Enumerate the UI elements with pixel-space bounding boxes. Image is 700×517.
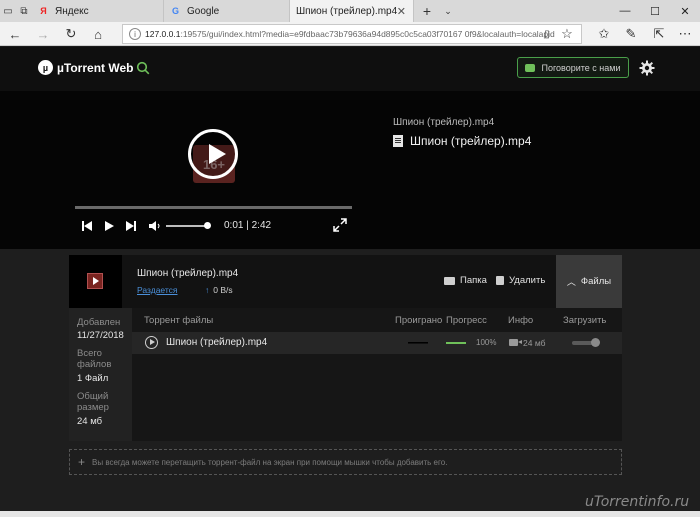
file-play-icon[interactable]	[145, 336, 158, 349]
fullscreen-icon[interactable]	[333, 218, 347, 232]
files-label: Файлы	[580, 276, 612, 287]
utorrent-logo[interactable]: µ µTorrent Web	[38, 60, 133, 75]
files-toggle-button[interactable]: ︿ Файлы	[556, 255, 622, 308]
volume-slider[interactable]	[166, 225, 206, 227]
media-title-small: Шпион (трейлер).mp4	[393, 117, 495, 128]
favorites-hub-icon[interactable]: ✩	[595, 25, 613, 43]
total-time: 2:42	[251, 220, 272, 231]
drop-zone[interactable]: + Вы всегда можете перетащить торрент-фа…	[69, 449, 622, 475]
web-note-icon[interactable]: ✎	[622, 25, 640, 43]
forward-arrow-icon[interactable]: →	[34, 25, 52, 43]
upload-arrow-icon: ↑	[205, 285, 210, 295]
tab-list-icon[interactable]: ⧉	[16, 0, 32, 22]
url-host: 127.0.0.1	[145, 29, 181, 39]
delete-button[interactable]: Удалить	[496, 275, 545, 286]
added-label: Добавлен	[77, 317, 121, 328]
torrent-status-link[interactable]: Раздается	[137, 285, 178, 295]
chat-with-us-button[interactable]: Поговорите с нами	[517, 57, 629, 78]
col-progress: Прогресс	[446, 315, 487, 326]
tab-title: Шпион (трейлер).mp4	[296, 5, 398, 17]
added-value: 11/27/2018	[77, 330, 124, 341]
google-icon: G	[171, 6, 179, 16]
files-table	[132, 308, 622, 441]
tab-google[interactable]: G Google	[164, 0, 290, 22]
download-toggle-knob[interactable]	[591, 338, 600, 347]
torrent-name: Шпион (трейлер).mp4	[137, 268, 239, 279]
thumbnail-play-icon	[87, 273, 103, 289]
taskbar-edge	[0, 511, 700, 517]
maximize-button[interactable]: ☐	[640, 0, 670, 22]
browser-navbar: ← → ↻ ⌂ i 127.0.0.1:19575/gui/index.html…	[0, 22, 700, 46]
file-name: Шпион (трейлер).mp4	[166, 337, 268, 348]
close-window-button[interactable]: ✕	[670, 0, 700, 22]
minimize-button[interactable]: —	[610, 0, 640, 22]
progress-percent: 100%	[476, 338, 497, 347]
yandex-icon: Я	[40, 6, 47, 16]
tab-video[interactable]: Шпион (трейлер).mp4 ✕	[290, 0, 414, 22]
back-arrow-icon[interactable]: ←	[6, 25, 24, 43]
trash-icon	[496, 276, 504, 285]
file-size: 24 мб	[523, 338, 546, 348]
info-icon[interactable]: i	[129, 28, 141, 40]
gear-icon[interactable]	[639, 60, 655, 76]
media-title-text: Шпион (трейлер).mp4	[410, 134, 532, 148]
col-download: Загрузить	[563, 315, 607, 326]
chevron-down-icon[interactable]: ⌄	[440, 0, 456, 22]
chat-button-label: Поговорите с нами	[541, 62, 621, 73]
new-tab-button[interactable]: +	[414, 0, 440, 22]
home-icon[interactable]: ⌂	[89, 25, 107, 43]
tab-title: Яндекс	[55, 5, 89, 17]
plus-icon: +	[78, 455, 86, 469]
more-menu-icon[interactable]: ⋯	[676, 25, 694, 43]
previous-track-icon[interactable]	[81, 219, 93, 233]
big-play-button[interactable]	[188, 129, 238, 179]
upload-speed-value: 0 B/s	[213, 285, 233, 295]
chat-bubble-icon	[525, 63, 536, 72]
url-path: :19575/gui/index.html?media=e9fdbaac73b7…	[180, 29, 555, 39]
favorite-star-icon[interactable]: ☆	[558, 25, 576, 43]
refresh-icon[interactable]: ↻	[62, 25, 80, 43]
media-title: Шпион (трейлер).mp4	[393, 134, 531, 148]
upload-speed: ↑ 0 B/s	[205, 285, 233, 295]
time-readout: 0:01 | 2:42	[224, 220, 272, 231]
app-header: µ µTorrent Web Поговорите с нами	[0, 47, 700, 91]
current-time: 0:01	[224, 220, 244, 231]
browser-tabstrip: ▭ ⧉ Я Яндекс G Google Шпион (трейлер).mp…	[0, 0, 700, 22]
folder-label: Папка	[460, 275, 487, 286]
brand-name: µTorrent Web	[57, 60, 134, 75]
video-camera-icon	[509, 339, 522, 346]
close-tab-icon[interactable]: ✕	[397, 5, 406, 18]
tab-manager-icon[interactable]: ▭	[0, 0, 16, 22]
chevron-up-icon: ︿	[566, 277, 576, 287]
total-size-label: Общий размер	[77, 391, 109, 413]
total-files-label: Всего файлов	[77, 348, 112, 370]
col-info: Инфо	[508, 315, 534, 326]
address-bar[interactable]: i 127.0.0.1:19575/gui/index.html?media=e…	[122, 24, 582, 44]
tab-title: Google	[187, 5, 220, 17]
folder-icon	[444, 276, 455, 285]
search-icon[interactable]	[136, 61, 150, 75]
utorrent-logo-icon: µ	[38, 60, 53, 75]
reading-view-icon[interactable]: ▯	[538, 25, 556, 43]
volume-icon[interactable]	[148, 219, 162, 233]
delete-label: Удалить	[509, 275, 546, 286]
total-files-value: 1 Файл	[77, 373, 109, 384]
folder-button[interactable]: Папка	[444, 275, 487, 286]
drop-zone-text: Вы всегда можете перетащить торрент-файл…	[92, 457, 448, 467]
progress-fill	[446, 342, 466, 344]
share-icon[interactable]: ⇱	[650, 25, 668, 43]
next-track-icon[interactable]	[125, 219, 137, 233]
col-played: Проиграно	[395, 315, 443, 326]
volume-slider-handle[interactable]	[204, 222, 211, 229]
total-size-value: 24 мб	[77, 416, 103, 427]
watermark: uTorrentinfo.ru	[585, 494, 690, 510]
play-icon[interactable]	[103, 219, 115, 233]
video-player-area: 16+ 0:01 | 2:42 Шпион (трейлер).mp4 Шпио…	[0, 91, 700, 249]
tab-yandex[interactable]: Я Яндекс	[32, 0, 164, 22]
played-indicator	[408, 342, 428, 344]
seek-bar[interactable]	[75, 206, 352, 209]
torrent-thumbnail[interactable]	[69, 255, 122, 308]
col-torrent-files: Торрент файлы	[144, 315, 214, 326]
document-icon	[393, 135, 403, 147]
